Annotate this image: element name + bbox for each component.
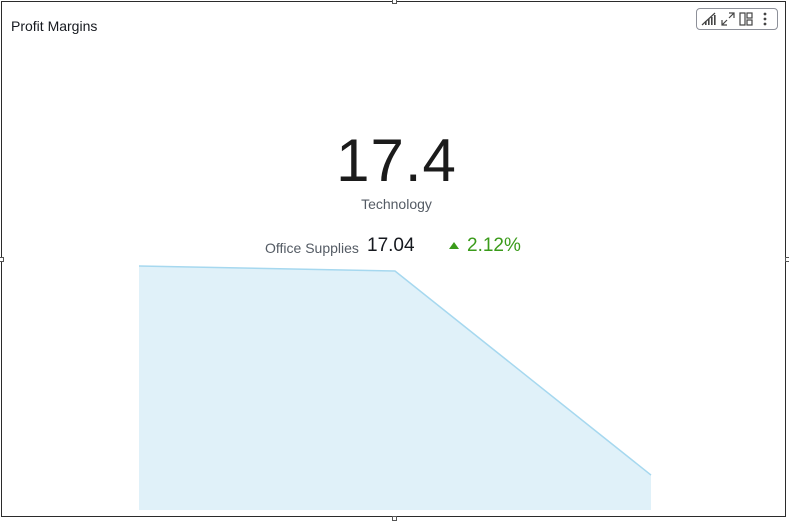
sparkline-area-chart: [138, 265, 652, 510]
area-fill: [139, 266, 651, 510]
resize-handle-top[interactable]: [392, 0, 397, 4]
resize-handle-bottom[interactable]: [392, 516, 397, 521]
comparison-label: Office Supplies: [265, 240, 359, 256]
kpi-primary-label: Technology: [361, 196, 432, 212]
resize-handle-right[interactable]: [785, 257, 789, 262]
resize-handle-left[interactable]: [0, 257, 4, 262]
triangle-up-icon: [449, 241, 459, 249]
kpi-visual-panel[interactable]: Profit Margins 17.4 Technology Office Su…: [1, 1, 786, 517]
kpi-comparison: Office Supplies 17.04 2.12%: [2, 234, 789, 260]
delta-value: 2.12%: [467, 235, 521, 256]
delta-indicator: 2.12%: [449, 235, 521, 257]
kpi-primary-value: 17.4: [336, 127, 457, 194]
comparison-value: 17.04: [367, 235, 415, 256]
